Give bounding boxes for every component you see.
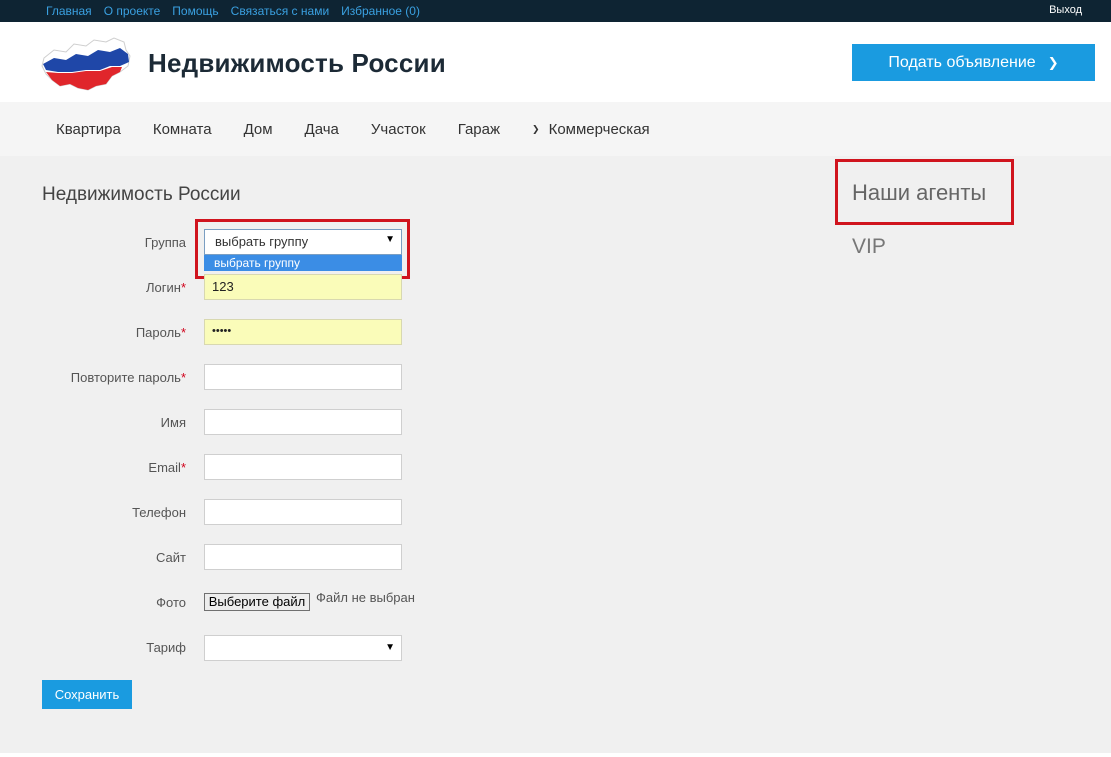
site-label: Сайт [156, 550, 186, 565]
post-ad-button[interactable]: Подать объявление ❯ [852, 44, 1095, 81]
nav-item-dacha[interactable]: Дача [305, 121, 339, 138]
chevron-right-icon: ❯ [1047, 54, 1059, 70]
name-input[interactable] [204, 409, 402, 435]
category-nav: Квартира Комната Дом Дача Участок Гараж … [0, 102, 1111, 156]
password-label: Пароль* [135, 325, 186, 340]
footer-divider [0, 753, 1111, 757]
tariff-label: Тариф [146, 640, 186, 655]
name-label: Имя [160, 415, 186, 430]
agents-title: Наши агенты [852, 180, 987, 205]
email-input[interactable] [204, 454, 402, 480]
chevron-down-icon: ❯ [532, 124, 540, 134]
file-status: Файл не выбран [316, 590, 415, 605]
logout-link[interactable]: Выход [1049, 4, 1082, 16]
nav-item-room[interactable]: Комната [153, 121, 212, 138]
nav-item-commercial[interactable]: ❯ Коммерческая [532, 121, 650, 138]
save-button[interactable]: Сохранить [42, 680, 132, 709]
login-input[interactable]: 123 [204, 274, 402, 300]
phone-input[interactable] [204, 499, 402, 525]
nav-item-garage[interactable]: Гараж [458, 121, 500, 138]
link-help[interactable]: Помощь [172, 4, 218, 18]
vip-heading: VIP [852, 235, 886, 258]
choose-file-button[interactable]: Выберите файл [204, 593, 310, 611]
password-repeat-label: Повторите пароль* [70, 370, 186, 385]
form-title: Недвижимость России [42, 184, 241, 205]
group-select-value: выбрать группу [215, 234, 309, 249]
post-ad-label: Подать объявление [888, 53, 1036, 71]
email-label: Email* [148, 460, 186, 475]
nav-item-plot[interactable]: Участок [371, 121, 426, 138]
group-option[interactable]: выбрать группу [204, 255, 402, 271]
photo-label: Фото [156, 595, 186, 610]
dropdown-arrow-icon: ▼ [385, 642, 395, 653]
nav-item-commercial-label: Коммерческая [548, 121, 650, 138]
site-header: Недвижимость России Подать объявление ❯ [0, 22, 1111, 102]
russia-flag-map-logo[interactable] [40, 36, 134, 92]
nav-item-house[interactable]: Дом [244, 121, 273, 138]
nav-item-apartment[interactable]: Квартира [56, 121, 121, 138]
link-favorites[interactable]: Избранное (0) [341, 4, 420, 18]
main-content: Недвижимость России Группа выбрать групп… [0, 156, 1111, 753]
tariff-select[interactable]: ▼ [204, 635, 402, 661]
link-contact[interactable]: Связаться с нами [231, 4, 329, 18]
site-input[interactable] [204, 544, 402, 570]
login-label: Логин* [145, 280, 186, 295]
group-label: Группа [144, 235, 186, 250]
phone-label: Телефон [132, 505, 186, 520]
link-home[interactable]: Главная [46, 4, 92, 18]
password-repeat-input[interactable] [204, 364, 402, 390]
link-about[interactable]: О проекте [104, 4, 161, 18]
password-input[interactable]: ••••• [204, 319, 402, 345]
top-bar: Главная О проекте Помощь Связаться с нам… [0, 0, 1111, 22]
group-select[interactable]: выбрать группу ▼ [204, 229, 402, 255]
top-links: Главная О проекте Помощь Связаться с нам… [46, 4, 420, 18]
site-title[interactable]: Недвижимость России [148, 48, 446, 79]
dropdown-arrow-icon: ▼ [385, 234, 395, 245]
